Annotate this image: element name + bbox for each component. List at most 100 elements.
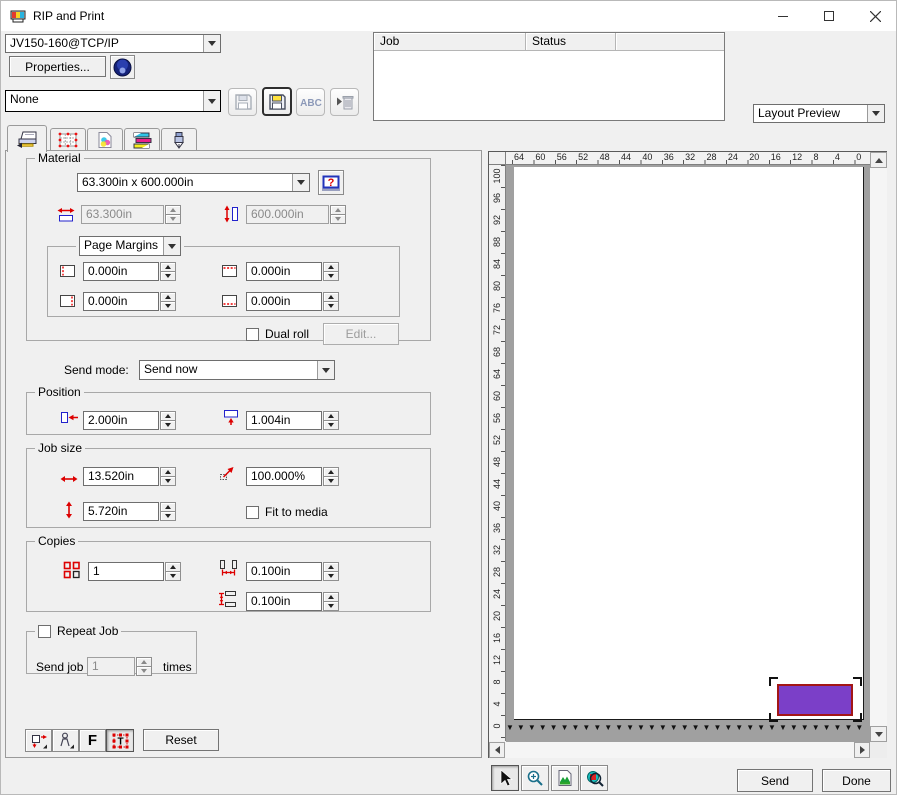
position-y-down[interactable] [323, 421, 339, 430]
zoom-object-icon [585, 769, 604, 787]
media-sheet[interactable] [514, 167, 864, 720]
fit-to-media-label: Fit to media [265, 505, 328, 519]
margin-top-field[interactable]: 0.000in [246, 262, 339, 281]
scroll-up-button[interactable] [870, 152, 887, 168]
save-as-favorite-button[interactable] [262, 87, 292, 116]
copy-gap-y-down[interactable] [323, 602, 339, 611]
position-x-up[interactable] [160, 411, 176, 421]
media-help-button[interactable]: ? [318, 170, 344, 195]
margin-bottom-up[interactable] [323, 292, 339, 302]
send-button[interactable]: Send [737, 769, 813, 792]
printer-monitor-button[interactable] [110, 55, 135, 79]
send-mode-label: Send mode: [64, 363, 129, 377]
scroll-left-button[interactable] [489, 742, 505, 758]
done-button[interactable]: Done [822, 769, 891, 792]
fit-to-media-checkbox[interactable]: Fit to media [246, 505, 328, 519]
position-y-field[interactable]: 1.004in [246, 411, 339, 430]
margin-left-field[interactable]: 0.000in [83, 262, 176, 281]
repeat-job-legend: Repeat Job [35, 624, 121, 638]
copy-gap-x-up[interactable] [323, 562, 339, 572]
job-scale-down[interactable] [323, 477, 339, 486]
tab-ink[interactable] [161, 128, 197, 151]
job-scale-up[interactable] [323, 467, 339, 477]
margin-top-down[interactable] [323, 272, 339, 281]
printer-select-arrow[interactable] [203, 35, 220, 52]
repeat-job-checkbox-box[interactable] [38, 625, 51, 638]
job-list[interactable]: Job Status [373, 32, 725, 121]
save-favorite-button[interactable] [228, 88, 257, 116]
copy-gap-y-field[interactable]: 0.100in [246, 592, 339, 611]
margin-right-up[interactable] [160, 292, 176, 302]
repeat-job-checkbox[interactable]: Repeat Job [38, 624, 118, 638]
delete-favorite-button[interactable] [330, 88, 359, 116]
send-mode-select[interactable]: Send now [139, 360, 335, 380]
t-selection-button[interactable]: T [106, 729, 134, 752]
copies-count-up[interactable] [165, 562, 181, 572]
rotate-button[interactable] [25, 729, 52, 752]
preview-canvas[interactable]: ▼▼▼▼▼▼▼▼▼▼▼▼▼▼▼▼▼▼▼▼▼▼▼▼▼▼▼▼▼▼▼▼▼ [506, 165, 871, 742]
copies-count-field[interactable]: 1 [88, 562, 181, 581]
mirror-button[interactable] [52, 729, 79, 752]
job-scale-field[interactable]: 100.000% [246, 467, 339, 486]
scroll-down-button[interactable] [870, 726, 887, 742]
minimize-button[interactable] [760, 1, 806, 31]
preview-mode-select[interactable]: Layout Preview [753, 104, 885, 123]
job-width-down[interactable] [160, 477, 176, 486]
margin-bottom-field[interactable]: 0.000in [246, 292, 339, 311]
tab-print-condition[interactable] [7, 125, 47, 152]
favorite-select-arrow[interactable] [203, 91, 220, 111]
margins-mode-select[interactable]: Page Margins [79, 236, 181, 256]
media-size-arrow[interactable] [292, 174, 309, 191]
zoom-in-tool-button[interactable] [521, 765, 549, 791]
tab-color-adjust[interactable] [124, 128, 160, 151]
dual-roll-checkbox[interactable]: Dual roll [246, 327, 309, 341]
preview-mode-arrow[interactable] [867, 105, 884, 122]
extra-column-header[interactable] [616, 33, 724, 51]
dual-roll-checkbox-box[interactable] [246, 328, 259, 341]
copy-gap-y-up[interactable] [323, 592, 339, 602]
margin-left-down[interactable] [160, 272, 176, 281]
mirror-icon [57, 732, 75, 749]
copy-gap-x-field[interactable]: 0.100in [246, 562, 339, 581]
media-size-select[interactable]: 63.300in x 600.000in [77, 173, 310, 192]
job-height-field[interactable]: 5.720in [83, 502, 176, 521]
preview-tool-button[interactable] [551, 765, 579, 791]
zoom-object-tool-button[interactable] [580, 765, 608, 791]
f-button[interactable]: F [79, 729, 106, 752]
close-button[interactable] [852, 1, 897, 31]
reset-button[interactable]: Reset [143, 729, 219, 751]
ink-tab-icon [172, 131, 186, 149]
rename-favorite-button[interactable]: ABC [296, 88, 325, 116]
send-mode-arrow[interactable] [317, 361, 334, 379]
horizontal-scrollbar[interactable] [489, 742, 870, 758]
position-x-down[interactable] [160, 421, 176, 430]
favorite-select[interactable]: None [5, 90, 221, 112]
properties-button[interactable]: Properties... [9, 56, 106, 77]
copy-gap-x-down[interactable] [323, 572, 339, 581]
copies-count-down[interactable] [165, 572, 181, 581]
maximize-button[interactable] [806, 1, 852, 31]
printer-select[interactable]: JV150-160@TCP/IP [5, 34, 221, 53]
scroll-right-button[interactable] [854, 742, 870, 758]
job-height-down[interactable] [160, 512, 176, 521]
margin-right-down[interactable] [160, 302, 176, 311]
tab-image-edit[interactable] [87, 128, 123, 151]
job-width-field[interactable]: 13.520in [83, 467, 176, 486]
position-y-up[interactable] [323, 411, 339, 421]
fit-to-media-checkbox-box[interactable] [246, 506, 259, 519]
tab-tiling[interactable] [50, 128, 86, 151]
repeat-job-group: Repeat Job Send job 1 times [26, 624, 197, 674]
selection-frame [769, 677, 862, 722]
vertical-scrollbar[interactable] [870, 152, 887, 742]
position-x-field[interactable]: 2.000in [83, 411, 176, 430]
margin-top-up[interactable] [323, 262, 339, 272]
margin-bottom-down[interactable] [323, 302, 339, 311]
job-height-up[interactable] [160, 502, 176, 512]
margin-left-up[interactable] [160, 262, 176, 272]
margins-mode-arrow[interactable] [163, 237, 180, 255]
pointer-tool-button[interactable] [491, 765, 519, 791]
job-width-up[interactable] [160, 467, 176, 477]
margin-right-field[interactable]: 0.000in [83, 292, 176, 311]
status-column-header[interactable]: Status [526, 33, 616, 51]
job-column-header[interactable]: Job [374, 33, 526, 51]
